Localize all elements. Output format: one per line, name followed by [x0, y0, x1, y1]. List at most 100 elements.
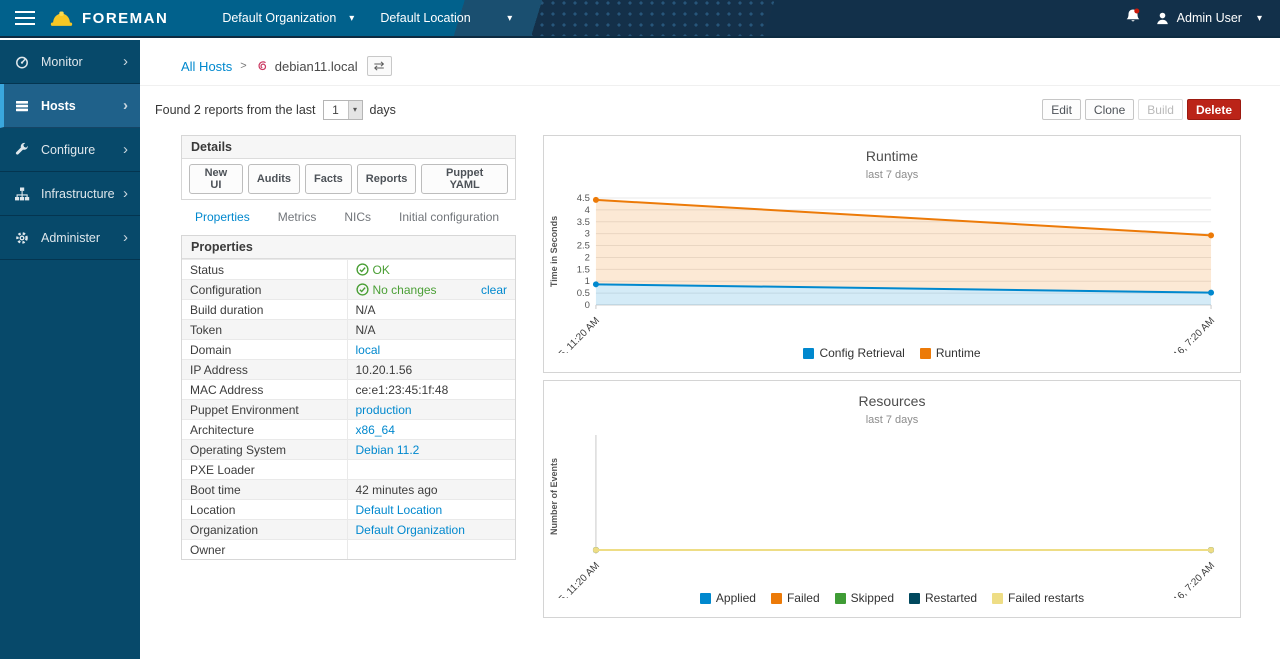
legend-swatch: [992, 593, 1003, 604]
gear-icon: [14, 230, 32, 246]
table-row: Build durationN/A: [182, 300, 515, 320]
legend-swatch: [771, 593, 782, 604]
caret-down-icon: ▾: [348, 101, 362, 119]
caret-down-icon: ▾: [349, 13, 354, 24]
runtime-chart: 00.511.522.533.544.5Time in Seconds11/25…: [544, 183, 1240, 353]
breadcrumb-separator: >: [240, 60, 246, 72]
legend-item-failed-restarts[interactable]: Failed restarts: [992, 591, 1084, 605]
prop-value-pxe-loader: [347, 460, 515, 480]
tab-initial-configuration[interactable]: Initial configuration: [399, 210, 499, 224]
host-details-column: Details New UIAuditsFactsReportsPuppet Y…: [181, 135, 516, 560]
puppet-yaml-button[interactable]: Puppet YAML: [421, 164, 508, 194]
prop-value-build-duration: N/A: [347, 300, 515, 320]
prop-value-organization: Default Organization: [347, 520, 515, 540]
tab-metrics[interactable]: Metrics: [278, 210, 317, 224]
legend-item-skipped[interactable]: Skipped: [835, 591, 894, 605]
breadcrumb-all-hosts-link[interactable]: All Hosts: [181, 59, 232, 74]
delete-button[interactable]: Delete: [1187, 99, 1241, 120]
user-name: Admin User: [1177, 11, 1242, 25]
prop-value-puppet-environment: production: [347, 400, 515, 420]
prop-label-owner: Owner: [182, 540, 347, 560]
legend-item-restarted[interactable]: Restarted: [909, 591, 977, 605]
legend-label: Applied: [716, 591, 756, 605]
clear-link[interactable]: clear: [481, 283, 507, 297]
legend-swatch: [909, 593, 920, 604]
sidebar-item-monitor[interactable]: Monitor›: [0, 40, 140, 84]
user-menu[interactable]: Admin User ▾: [1155, 11, 1262, 26]
prop-label-operating-system: Operating System: [182, 440, 347, 460]
prop-label-status: Status: [182, 260, 347, 280]
sidebar-item-label: Infrastructure: [41, 187, 115, 201]
table-row: Status OK: [182, 260, 515, 280]
prop-value-domain: local: [347, 340, 515, 360]
svg-text:0.5: 0.5: [577, 288, 590, 299]
prop-value-configuration: No changesclear: [347, 280, 515, 300]
value-link[interactable]: x86_64: [356, 423, 395, 437]
edit-button[interactable]: Edit: [1042, 99, 1081, 120]
menu-toggle-icon[interactable]: [15, 7, 35, 29]
status-text: OK: [373, 263, 390, 277]
table-row: OrganizationDefault Organization: [182, 520, 515, 540]
resources-chart-panel: Resources last 7 days Number of Events11…: [543, 380, 1241, 618]
svg-text:3: 3: [585, 229, 590, 240]
prop-value-status: OK: [347, 260, 515, 280]
foreman-brand[interactable]: FOREMAN: [49, 8, 168, 29]
tab-properties[interactable]: Properties: [195, 210, 250, 224]
legend-swatch: [700, 593, 711, 604]
sidebar-item-infrastructure[interactable]: Infrastructure›: [0, 172, 140, 216]
details-panel-title: Details: [182, 136, 515, 159]
table-row: Boot time42 minutes ago: [182, 480, 515, 500]
value-link[interactable]: Default Location: [356, 503, 443, 517]
facts-button[interactable]: Facts: [305, 164, 352, 194]
prop-label-ip-address: IP Address: [182, 360, 347, 380]
prop-label-location: Location: [182, 500, 347, 520]
days-select-value: 1: [324, 103, 348, 117]
found-reports-text: Found 2 reports from the last: [155, 103, 316, 117]
host-switcher-button[interactable]: ⇄: [367, 56, 392, 76]
sitemap-icon: [14, 186, 32, 202]
location-selector[interactable]: Default Location ▾: [380, 11, 512, 25]
table-row: Operating System Debian 11.2: [182, 440, 515, 460]
sidebar-item-configure[interactable]: Configure›: [0, 128, 140, 172]
notifications-bell-icon[interactable]: [1125, 8, 1141, 29]
table-row: Location Default Location: [182, 500, 515, 520]
tab-nics[interactable]: NICs: [344, 210, 371, 224]
organization-selector[interactable]: Default Organization ▾: [222, 11, 354, 25]
value-link[interactable]: Debian 11.2: [356, 443, 420, 457]
days-select[interactable]: 1 ▾: [323, 100, 363, 120]
audits-button[interactable]: Audits: [248, 164, 300, 194]
svg-text:0: 0: [585, 300, 590, 311]
svg-text:Number of Events: Number of Events: [549, 458, 559, 535]
resources-chart: Number of Events11/25, 11:20 AM12/16, 7:…: [544, 428, 1240, 598]
user-icon: [1155, 11, 1170, 26]
check-circle-icon: [356, 283, 369, 296]
chart-title: Runtime: [544, 148, 1240, 164]
value-link[interactable]: local: [356, 343, 381, 357]
reports-button[interactable]: Reports: [357, 164, 417, 194]
clone-button[interactable]: Clone: [1085, 99, 1134, 120]
prop-value-architecture: x86_64: [347, 420, 515, 440]
prop-value-owner: [347, 540, 515, 560]
details-panel: Details New UIAuditsFactsReportsPuppet Y…: [181, 135, 516, 200]
legend-item-failed[interactable]: Failed: [771, 591, 820, 605]
prop-value-location: Default Location: [347, 500, 515, 520]
properties-panel: Properties StatusOKConfigurationNo chang…: [181, 235, 516, 560]
sidebar-item-hosts[interactable]: Hosts›: [0, 84, 140, 128]
legend-item-config-retrieval[interactable]: Config Retrieval: [803, 346, 904, 360]
sidebar-item-administer[interactable]: Administer›: [0, 216, 140, 260]
host-name: debian11.local: [275, 59, 358, 74]
chevron-right-icon: ›: [123, 54, 128, 69]
legend-item-applied[interactable]: Applied: [700, 591, 756, 605]
chart-title: Resources: [544, 393, 1240, 409]
prop-label-architecture: Architecture: [182, 420, 347, 440]
chevron-right-icon: ›: [123, 142, 128, 157]
prop-label-build-duration: Build duration: [182, 300, 347, 320]
legend-item-runtime[interactable]: Runtime: [920, 346, 981, 360]
value-link[interactable]: Default Organization: [356, 523, 465, 537]
prop-value-boot-time: 42 minutes ago: [347, 480, 515, 500]
svg-text:2.5: 2.5: [577, 241, 590, 252]
new-ui-button[interactable]: New UI: [189, 164, 243, 194]
value-link[interactable]: production: [356, 403, 412, 417]
prop-label-configuration: Configuration: [182, 280, 347, 300]
reports-toolbar: Found 2 reports from the last 1 ▾ days E…: [140, 86, 1280, 128]
